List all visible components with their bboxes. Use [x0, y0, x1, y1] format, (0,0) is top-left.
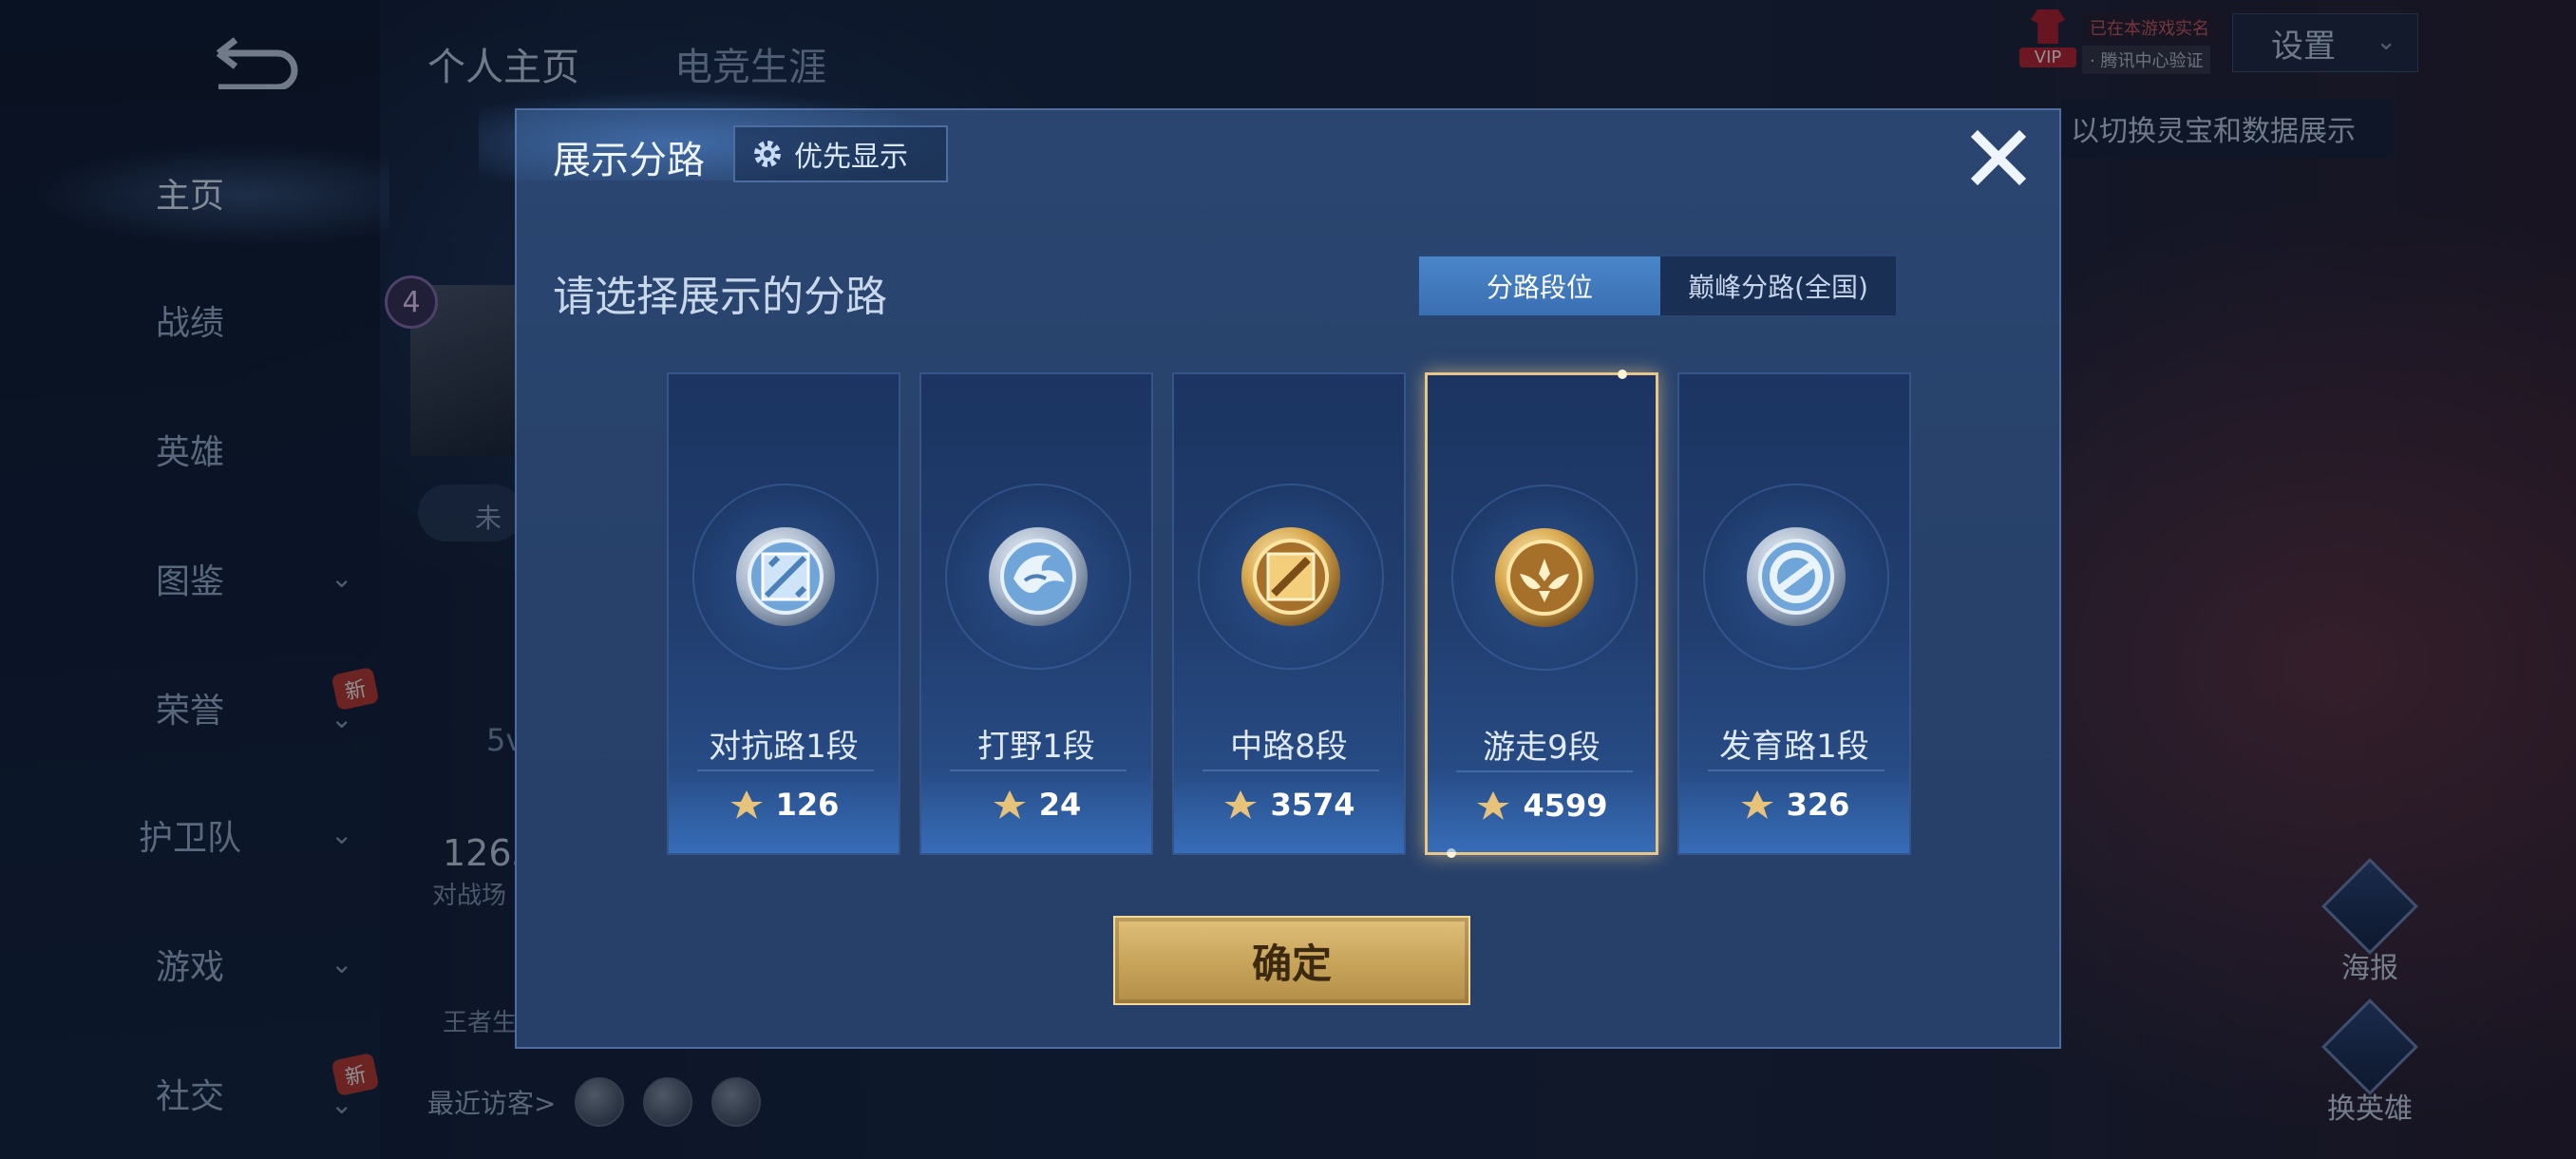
card-divider	[1456, 770, 1633, 772]
score-icon	[1224, 790, 1258, 819]
confirm-button[interactable]: 确定	[1113, 916, 1470, 1005]
farm-lane-icon	[1743, 523, 1849, 630]
roam-icon	[1491, 524, 1598, 631]
lane-card-mid[interactable]: 中路8段 3574	[1172, 372, 1406, 855]
card-divider	[1708, 770, 1885, 771]
selection-dot	[1618, 370, 1627, 379]
lane-card-farm[interactable]: 发育路1段 326	[1677, 372, 1911, 855]
tab-lane-rank[interactable]: 分路段位	[1419, 256, 1660, 315]
lane-score: 326	[1679, 787, 1909, 823]
lane-name: 游走9段	[1483, 729, 1601, 767]
card-divider	[950, 770, 1127, 771]
lane-card-roam[interactable]: 游走9段 4599	[1425, 370, 1658, 858]
lane-score: 24	[921, 787, 1151, 823]
lane-name: 对抗路1段	[709, 728, 859, 766]
lane-score-value: 4599	[1523, 788, 1608, 824]
score-icon	[1740, 790, 1773, 819]
priority-display-button[interactable]: 优先显示	[733, 125, 948, 182]
lane-name: 打野1段	[977, 728, 1095, 766]
lane-score-value: 326	[1786, 787, 1850, 823]
lane-card-clash[interactable]: 对抗路1段 126	[667, 372, 900, 855]
jungle-icon	[985, 523, 1091, 630]
tab-peak-lane-national[interactable]: 巅峰分路(全国)	[1660, 256, 1896, 315]
card-divider	[697, 770, 874, 771]
lane-score-value: 3574	[1270, 787, 1355, 823]
mid-lane-icon	[1238, 523, 1344, 630]
lane-display-modal: 展示分路 优先显示 请选择展示的分路 分路段位 巅峰分路(全国) 对抗路1段 1…	[479, 86, 2061, 1049]
score-icon	[729, 790, 763, 819]
close-button[interactable]	[1964, 124, 2033, 192]
lane-score: 4599	[1428, 788, 1656, 824]
lane-score-value: 24	[1038, 787, 1082, 823]
gear-icon	[754, 141, 781, 167]
card-divider	[1203, 770, 1379, 771]
modal-title: 展示分路	[553, 139, 705, 182]
clash-lane-icon	[732, 523, 839, 630]
priority-display-label: 优先显示	[794, 141, 908, 174]
lane-score: 126	[669, 787, 899, 823]
lane-name: 发育路1段	[1719, 728, 1869, 766]
lane-score: 3574	[1174, 787, 1404, 823]
score-icon	[1477, 791, 1510, 820]
close-icon	[1970, 129, 2027, 186]
lane-card-jungle[interactable]: 打野1段 24	[919, 372, 1153, 855]
modal-subtitle: 请选择展示的分路	[553, 273, 887, 321]
lane-score-value: 126	[775, 787, 840, 823]
score-icon	[993, 790, 1026, 819]
lane-type-toggle: 分路段位 巅峰分路(全国)	[1417, 255, 1898, 317]
lane-name: 中路8段	[1230, 728, 1348, 766]
